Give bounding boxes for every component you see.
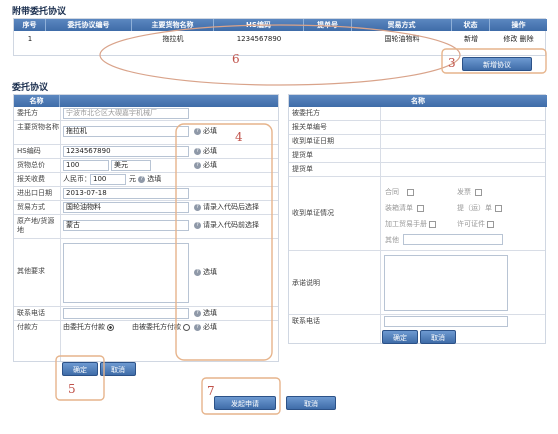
annotation-box-new [441, 48, 547, 74]
annotation-box-confirm [55, 355, 105, 401]
annotation-6: 6 [232, 52, 240, 66]
annotation-7: 7 [207, 384, 215, 398]
annotation-box-fields [175, 123, 273, 361]
annotation-5: 5 [68, 382, 76, 396]
annotation-4: 4 [235, 130, 243, 144]
annotation-3: 3 [448, 56, 456, 70]
annotation-overlay [55, 24, 547, 415]
annotation-ellipse [99, 24, 461, 86]
